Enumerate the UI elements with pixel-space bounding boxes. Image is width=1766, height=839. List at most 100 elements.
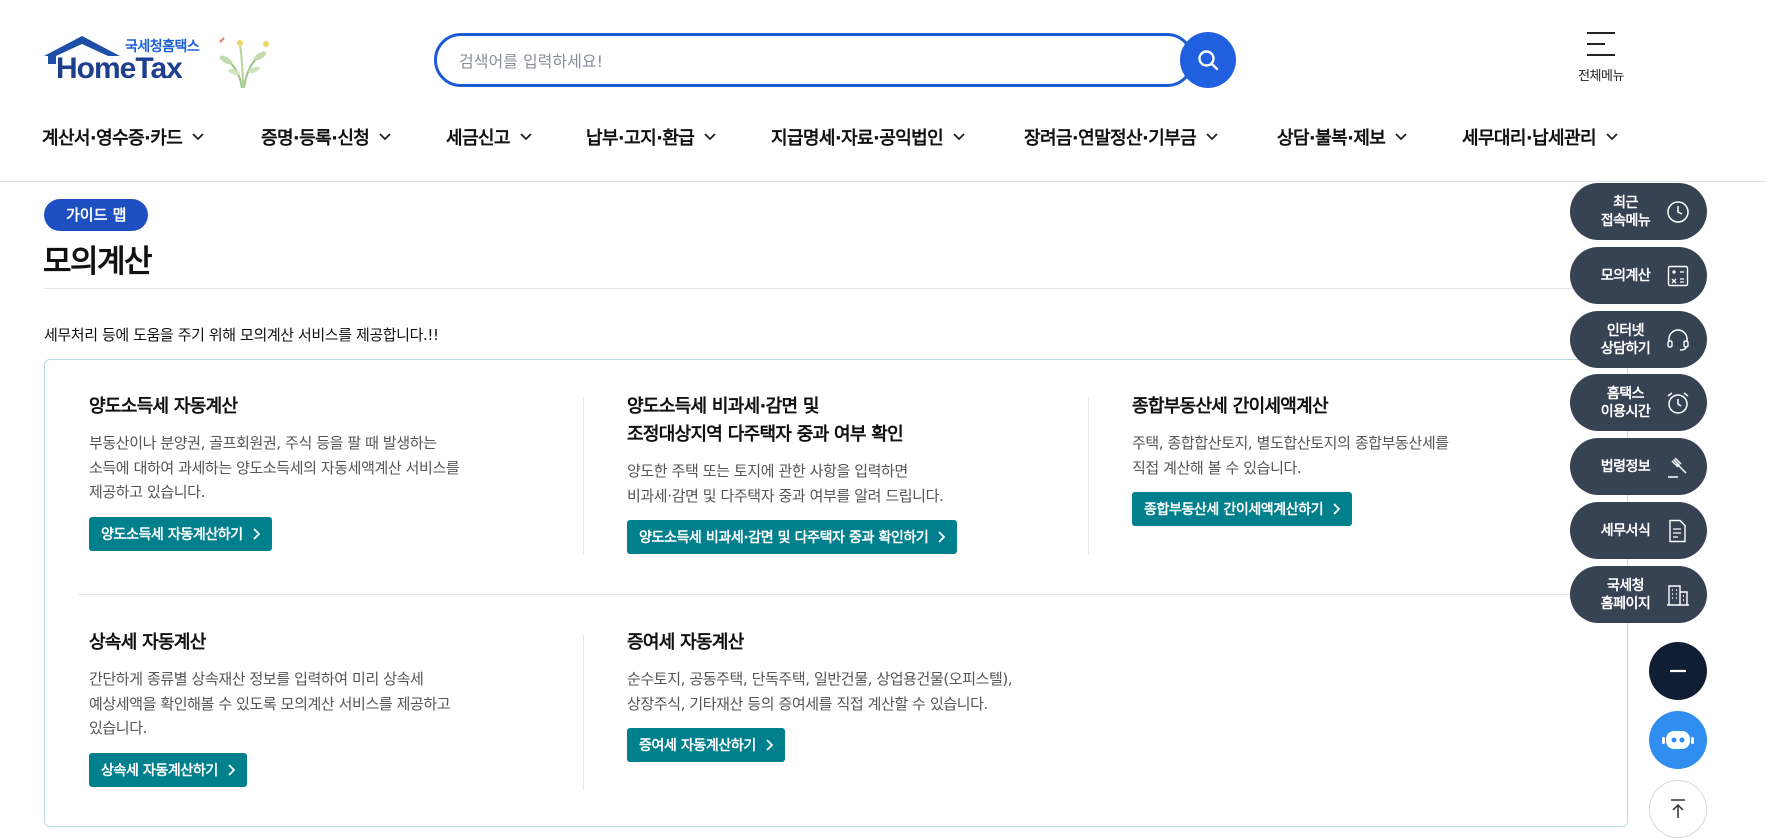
chevron-down-icon — [192, 133, 204, 141]
gnb-label: 증명·등록·신청 — [261, 128, 370, 149]
chevron-down-icon — [1206, 133, 1218, 141]
chevron-down-icon — [379, 133, 391, 141]
quick-label: 홈택스 이용시간 — [1600, 385, 1651, 420]
alarm-clock-icon — [1665, 390, 1691, 416]
desc-line: 소득에 대하여 과세하는 양도소득세의 자동세액계산 서비스를 — [89, 458, 460, 477]
chevron-down-icon — [953, 133, 965, 141]
gnb-label: 계산서·영수증·카드 — [42, 128, 183, 149]
comprehensive-property-calc-button[interactable]: 종합부동산세 간이세액계산하기 — [1132, 492, 1353, 526]
gavel-icon — [1665, 454, 1691, 480]
page-title: 모의계산 — [43, 244, 153, 280]
chevron-down-icon — [704, 133, 716, 141]
desc-line: 상장주식, 기타재산 등의 증여세를 직접 계산할 수 있습니다. — [627, 694, 988, 713]
quick-recent-menu[interactable]: 최근 접속메뉴 — [1570, 183, 1707, 240]
logo-title: HomeTax — [56, 52, 183, 85]
quick-label: 세무서식 — [1600, 522, 1651, 539]
scroll-top-button[interactable] — [1649, 780, 1707, 838]
column-divider — [583, 397, 584, 554]
quick-label: 인터넷 상담하기 — [1600, 322, 1651, 357]
gnb-label: 세무대리·납세관리 — [1462, 128, 1597, 149]
item-description: 간단하게 종류별 상속재산 정보를 입력하여 미리 상속세 예상세액을 확인해볼… — [89, 667, 559, 741]
gnb-item-payment-statements[interactable]: 지급명세·자료·공익법인 — [771, 122, 1024, 152]
inheritance-calc-button[interactable]: 상속세 자동계산하기 — [89, 752, 247, 787]
chatbot-icon — [1662, 731, 1694, 749]
desc-line: 비과세·감면 및 다주택자 중과 여부를 알려 드립니다. — [627, 486, 944, 505]
chatbot-button[interactable] — [1649, 711, 1707, 769]
search-input[interactable] — [459, 48, 1099, 74]
item-description: 주택, 종합합산토지, 별도합산토지의 종합부동산세를 직접 계산해 볼 수 있… — [1132, 431, 1562, 480]
quick-law-info[interactable]: 법령정보 — [1570, 438, 1707, 495]
chevron-right-icon — [228, 763, 235, 776]
column-divider — [1088, 397, 1089, 554]
desc-line: 제공하고 있습니다. — [89, 483, 205, 501]
chevron-right-icon — [253, 527, 260, 540]
item-description: 부동산이나 분양권, 골프회원권, 주식 등을 팔 때 발생하는 소득에 대하여… — [89, 431, 559, 505]
all-menu-button[interactable]: 전체메뉴 — [1566, 30, 1636, 90]
gnb-item-incentives[interactable]: 장려금·연말정산·기부금 — [1024, 122, 1277, 152]
gnb-item-payment[interactable]: 납부·고지·환급 — [586, 122, 771, 152]
capital-gains-calc-button[interactable]: 양도소득세 자동계산하기 — [89, 516, 272, 551]
quick-tax-forms[interactable]: 세무서식 — [1570, 502, 1707, 559]
gnb-item-tax-agent[interactable]: 세무대리·납세관리 — [1462, 122, 1642, 152]
quick-simulation[interactable]: 모의계산 — [1570, 247, 1707, 304]
exemption-check-button[interactable]: 양도소득세 비과세·감면 및 다주택자 중과 확인하기 — [627, 520, 958, 554]
building-icon — [1665, 582, 1691, 608]
title-line: 조정대상지역 다주택자 중과 여부 확인 — [627, 424, 904, 445]
chevron-right-icon — [938, 531, 946, 543]
button-label: 증여세 자동계산하기 — [639, 738, 756, 754]
button-label: 양도소득세 자동계산하기 — [101, 526, 243, 543]
gnb-item-tax-filing[interactable]: 세금신고 — [446, 122, 586, 152]
service-item-gift-tax: 증여세 자동계산 순수토지, 공동주택, 단독주택, 일반건물, 상업용건물(오… — [627, 629, 1107, 762]
button-label: 상속세 자동계산하기 — [101, 762, 218, 779]
title-line: 양도소득세 비과세·감면 및 — [627, 396, 819, 417]
chevron-right-icon — [766, 739, 773, 751]
global-nav: 계산서·영수증·카드 증명·등록·신청 세금신고 납부·고지·환급 지급명세·자… — [42, 122, 1642, 152]
item-title: 양도소득세 비과세·감면 및 조정대상지역 다주택자 중과 여부 확인 — [627, 393, 1067, 449]
item-title: 양도소득세 자동계산 — [89, 396, 238, 417]
item-title: 종합부동산세 간이세액계산 — [1132, 396, 1329, 417]
gnb-item-consulting[interactable]: 상담·불복·제보 — [1277, 122, 1462, 152]
desc-line: 예상세액을 확인해볼 수 있도록 모의계산 서비스를 제공하고 — [89, 694, 451, 713]
desc-line: 순수토지, 공동주택, 단독주택, 일반건물, 상업용건물(오피스텔), — [627, 670, 1013, 688]
desc-line: 간단하게 종류별 상속재산 정보를 입력하여 미리 상속세 — [89, 670, 424, 688]
page-description: 세무처리 등에 도움을 주기 위해 모의계산 서비스를 제공합니다.!! — [44, 326, 439, 344]
service-item-capital-gains: 양도소득세 자동계산 부동산이나 분양권, 골프회원권, 주식 등을 팔 때 발… — [89, 393, 559, 551]
all-menu-label: 전체메뉴 — [1578, 69, 1624, 84]
gift-tax-calc-button[interactable]: 증여세 자동계산하기 — [627, 728, 785, 762]
gnb-item-certificates[interactable]: 증명·등록·신청 — [261, 122, 446, 152]
desc-line: 있습니다. — [89, 719, 147, 737]
hamburger-icon — [1587, 32, 1615, 56]
desc-line: 주택, 종합합산토지, 별도합산토지의 종합부동산세를 — [1132, 434, 1449, 452]
arrow-up-icon — [1671, 799, 1685, 818]
quick-nts-homepage[interactable]: 국세청 홈페이지 — [1570, 566, 1707, 623]
hometax-logo[interactable]: 국세청홈택스 HomeTax — [42, 30, 282, 92]
item-title: 증여세 자동계산 — [627, 632, 744, 653]
chevron-right-icon — [1333, 503, 1341, 515]
gnb-label: 세금신고 — [446, 128, 510, 149]
plant-decoration-icon — [219, 37, 269, 89]
button-label: 양도소득세 비과세·감면 및 다주택자 중과 확인하기 — [639, 530, 929, 546]
minus-icon — [1669, 669, 1687, 673]
chevron-down-icon — [1606, 133, 1618, 141]
search-box — [434, 33, 1194, 87]
item-description: 양도한 주택 또는 토지에 관한 사항을 입력하면 비과세·감면 및 다주택자 … — [627, 459, 1067, 508]
search-icon — [1198, 50, 1219, 71]
calculator-icon — [1665, 263, 1691, 289]
row-divider — [78, 594, 1598, 595]
quick-internet-consult[interactable]: 인터넷 상담하기 — [1570, 311, 1707, 368]
quick-service-hours[interactable]: 홈택스 이용시간 — [1570, 374, 1707, 431]
gnb-label: 장려금·연말정산·기부금 — [1024, 128, 1197, 149]
service-item-comprehensive-property: 종합부동산세 간이세액계산 주택, 종합합산토지, 별도합산토지의 종합부동산세… — [1132, 393, 1562, 526]
column-divider — [583, 635, 584, 790]
chevron-down-icon — [520, 133, 532, 141]
guide-map-badge[interactable]: 가이드 맵 — [44, 199, 149, 231]
gnb-label: 지급명세·자료·공익법인 — [771, 128, 944, 149]
gnb-item-invoices[interactable]: 계산서·영수증·카드 — [42, 122, 261, 152]
desc-line: 직접 계산해 볼 수 있습니다. — [1132, 458, 1302, 477]
clock-icon — [1665, 199, 1691, 225]
quick-label: 국세청 홈페이지 — [1600, 577, 1651, 612]
service-item-inheritance: 상속세 자동계산 간단하게 종류별 상속재산 정보를 입력하여 미리 상속세 예… — [89, 629, 559, 787]
minimize-quick-menu-button[interactable] — [1649, 642, 1707, 700]
chevron-down-icon — [1395, 133, 1407, 141]
search-button[interactable] — [1180, 32, 1236, 88]
